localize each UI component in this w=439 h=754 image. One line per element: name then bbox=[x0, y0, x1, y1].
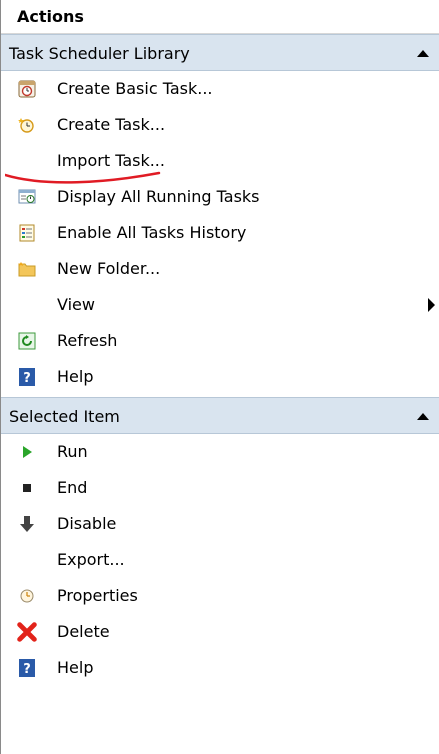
action-label: View bbox=[57, 295, 95, 314]
action-view[interactable]: View bbox=[1, 287, 439, 323]
clock-star-icon bbox=[18, 118, 34, 133]
action-run[interactable]: Run bbox=[1, 434, 439, 470]
collapse-up-icon[interactable] bbox=[417, 413, 429, 420]
action-properties[interactable]: Properties bbox=[1, 578, 439, 614]
delete-x-icon bbox=[17, 622, 37, 642]
action-label: Import Task... bbox=[57, 151, 165, 170]
action-help[interactable]: ? Help bbox=[1, 359, 439, 395]
pane-title: Actions bbox=[1, 0, 439, 34]
action-label: Export... bbox=[57, 550, 125, 569]
history-list-icon bbox=[19, 224, 35, 242]
action-end[interactable]: End bbox=[1, 470, 439, 506]
action-label: Help bbox=[57, 367, 94, 386]
action-enable-all-tasks-history[interactable]: Enable All Tasks History bbox=[1, 215, 439, 251]
help-icon: ? bbox=[19, 659, 35, 677]
action-label: Create Task... bbox=[57, 115, 166, 134]
action-create-task[interactable]: Create Task... bbox=[1, 107, 439, 143]
action-new-folder[interactable]: New Folder... bbox=[1, 251, 439, 287]
help-icon: ? bbox=[19, 368, 35, 386]
action-import-task[interactable]: Import Task... bbox=[1, 143, 439, 184]
action-label: Run bbox=[57, 442, 88, 461]
collapse-up-icon[interactable] bbox=[417, 50, 429, 57]
submenu-arrow-icon bbox=[428, 298, 435, 312]
action-label: New Folder... bbox=[57, 259, 161, 278]
properties-clock-icon bbox=[20, 589, 34, 603]
svg-text:?: ? bbox=[23, 371, 31, 386]
refresh-icon bbox=[18, 332, 36, 350]
action-display-all-running-tasks[interactable]: Display All Running Tasks bbox=[1, 179, 439, 215]
action-refresh[interactable]: Refresh bbox=[1, 323, 439, 359]
section-header-task-scheduler-library[interactable]: Task Scheduler Library bbox=[1, 34, 439, 71]
action-label: Display All Running Tasks bbox=[57, 187, 260, 206]
action-disable[interactable]: Disable bbox=[1, 506, 439, 542]
action-label: Properties bbox=[57, 586, 138, 605]
actions-pane: Actions Task Scheduler Library Create Ba… bbox=[0, 0, 439, 754]
action-label: Enable All Tasks History bbox=[57, 223, 247, 242]
action-label: Help bbox=[57, 658, 94, 677]
running-tasks-icon bbox=[18, 189, 36, 204]
action-delete[interactable]: Delete bbox=[1, 614, 439, 650]
action-label: Disable bbox=[57, 514, 117, 533]
action-create-basic-task[interactable]: Create Basic Task... bbox=[1, 71, 439, 107]
action-label: End bbox=[57, 478, 88, 497]
stop-icon bbox=[23, 484, 31, 492]
action-help-selected[interactable]: ? Help bbox=[1, 650, 439, 686]
action-label: Create Basic Task... bbox=[57, 79, 213, 98]
disable-arrow-icon bbox=[20, 516, 34, 532]
section-header-selected-item[interactable]: Selected Item bbox=[1, 397, 439, 434]
action-label: Refresh bbox=[57, 331, 118, 350]
section-header-label: Task Scheduler Library bbox=[9, 44, 190, 63]
section-header-label: Selected Item bbox=[9, 407, 120, 426]
calendar-clock-icon bbox=[18, 80, 36, 98]
action-label: Delete bbox=[57, 622, 110, 641]
run-icon bbox=[23, 446, 32, 458]
folder-icon bbox=[18, 262, 36, 277]
action-export[interactable]: Export... bbox=[1, 542, 439, 578]
svg-text:?: ? bbox=[23, 662, 31, 677]
